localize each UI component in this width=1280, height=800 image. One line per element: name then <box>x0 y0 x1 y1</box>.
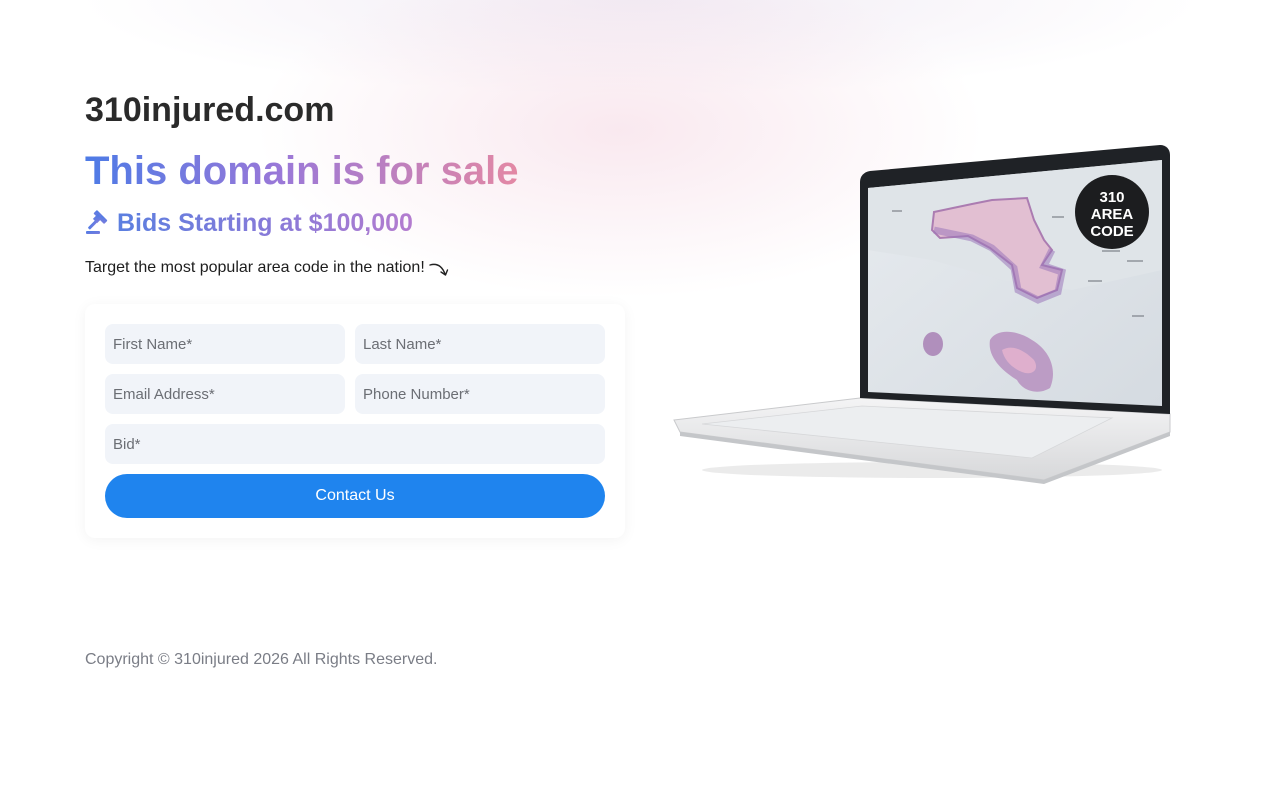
bid-field[interactable] <box>105 424 605 464</box>
domain-name: 310injured.com <box>85 91 335 129</box>
badge-line-3: CODE <box>1090 223 1133 240</box>
first-name-field[interactable] <box>105 324 345 364</box>
tagline: Target the most popular area code in the… <box>85 259 425 276</box>
contact-form: Contact Us <box>85 304 625 538</box>
contact-us-button[interactable]: Contact Us <box>105 474 605 518</box>
curved-arrow-icon <box>429 263 448 276</box>
last-name-field[interactable] <box>355 324 605 364</box>
bids-starting-text: Bids Starting at $100,000 <box>117 209 413 237</box>
for-sale-headline: This domain is for sale <box>85 149 519 193</box>
hero-text: 310injured.com This domain is for sale B… <box>85 88 630 283</box>
footer-copyright: Copyright © 310injured 2026 All Rights R… <box>85 651 438 668</box>
phone-field[interactable] <box>355 374 605 414</box>
laptop-map-image: 310 AREA CODE <box>673 145 1171 484</box>
gavel-icon <box>86 210 108 234</box>
badge-line-2: AREA <box>1091 206 1134 223</box>
page: 310injured.com This domain is for sale B… <box>0 0 1280 800</box>
bids-line: Bids Starting at $100,000 <box>85 208 630 238</box>
tagline-row: Target the most popular area code in the… <box>85 257 630 283</box>
email-field[interactable] <box>105 374 345 414</box>
badge-line-1: 310 <box>1099 189 1124 206</box>
